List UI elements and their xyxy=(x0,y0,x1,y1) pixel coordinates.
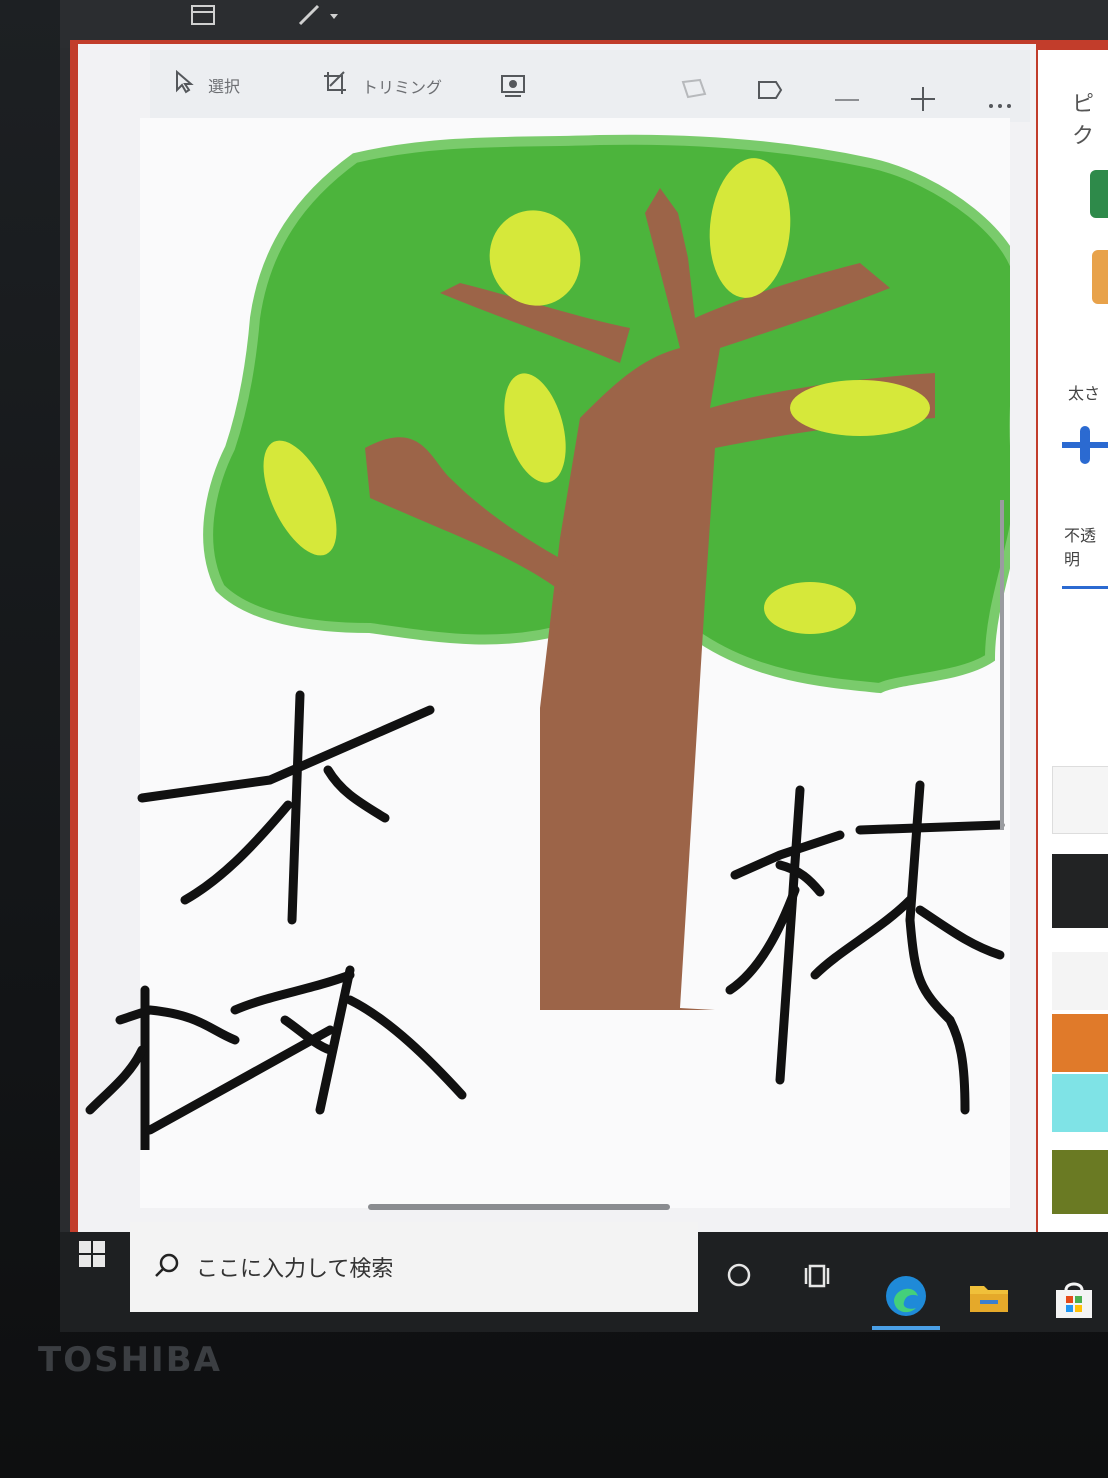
marker-tool[interactable] xyxy=(1090,170,1108,218)
edge-icon[interactable] xyxy=(884,1274,928,1322)
color-swatch-orange[interactable] xyxy=(1052,1014,1108,1072)
size-label: 太さ xyxy=(1068,384,1101,403)
crop-icon xyxy=(322,70,348,102)
leaf xyxy=(764,582,856,634)
handwriting-ki: 木 xyxy=(70,690,467,1150)
taskbar-search[interactable]: ここに入力して検索 xyxy=(130,1222,698,1312)
file-explorer-icon[interactable] xyxy=(968,1280,1010,1318)
color-swatch-cyan[interactable] xyxy=(1052,1074,1108,1132)
zoom-in-icon[interactable] xyxy=(910,86,936,118)
color-swatch-light[interactable] xyxy=(1052,952,1108,1010)
sticker-icon[interactable] xyxy=(680,78,708,106)
brush-icon[interactable] xyxy=(296,4,342,34)
search-icon xyxy=(154,1252,180,1282)
shape-flag-icon[interactable] xyxy=(756,80,784,108)
select-label: 選択 xyxy=(208,77,241,96)
active-app-indicator xyxy=(872,1326,940,1330)
store-icon[interactable] xyxy=(1052,1280,1096,1324)
size-slider-thumb[interactable] xyxy=(1080,426,1090,464)
laptop-brand-logo: TOSHIBA xyxy=(38,1340,222,1380)
canvas-toolbar: 選択 トリミング xyxy=(150,50,1030,122)
handwriting-kanji-ki-1: 木 xyxy=(70,690,71,691)
select-tool[interactable]: 選択 xyxy=(174,69,241,100)
opacity-label: 不透明 xyxy=(1064,526,1097,569)
handwriting-hayashi xyxy=(725,780,1005,1115)
side-panel-title: ピク xyxy=(1072,92,1095,149)
cursor-icon xyxy=(174,69,194,100)
windows-start-icon[interactable] xyxy=(78,1240,106,1268)
leaf xyxy=(790,380,930,436)
horizontal-scrollbar[interactable] xyxy=(368,1204,670,1210)
crop-tool[interactable]: トリミング xyxy=(322,70,442,102)
cortana-icon[interactable] xyxy=(726,1262,752,1292)
opacity-slider[interactable] xyxy=(1062,586,1108,589)
pencil-tool[interactable] xyxy=(1092,250,1108,304)
vertical-scrollbar[interactable] xyxy=(1000,500,1004,830)
more-options-icon[interactable] xyxy=(988,90,1012,115)
color-swatch-olive[interactable] xyxy=(1052,1150,1108,1214)
color-swatch-white[interactable] xyxy=(1052,766,1108,834)
file-icon[interactable] xyxy=(190,4,216,32)
task-view-icon[interactable] xyxy=(804,1262,834,1294)
search-placeholder: ここに入力して検索 xyxy=(196,1257,394,1282)
color-swatch-black[interactable] xyxy=(1052,854,1108,928)
zoom-out-icon[interactable] xyxy=(834,84,860,109)
magic-select-icon[interactable] xyxy=(500,74,526,104)
crop-label: トリミング xyxy=(362,78,443,97)
